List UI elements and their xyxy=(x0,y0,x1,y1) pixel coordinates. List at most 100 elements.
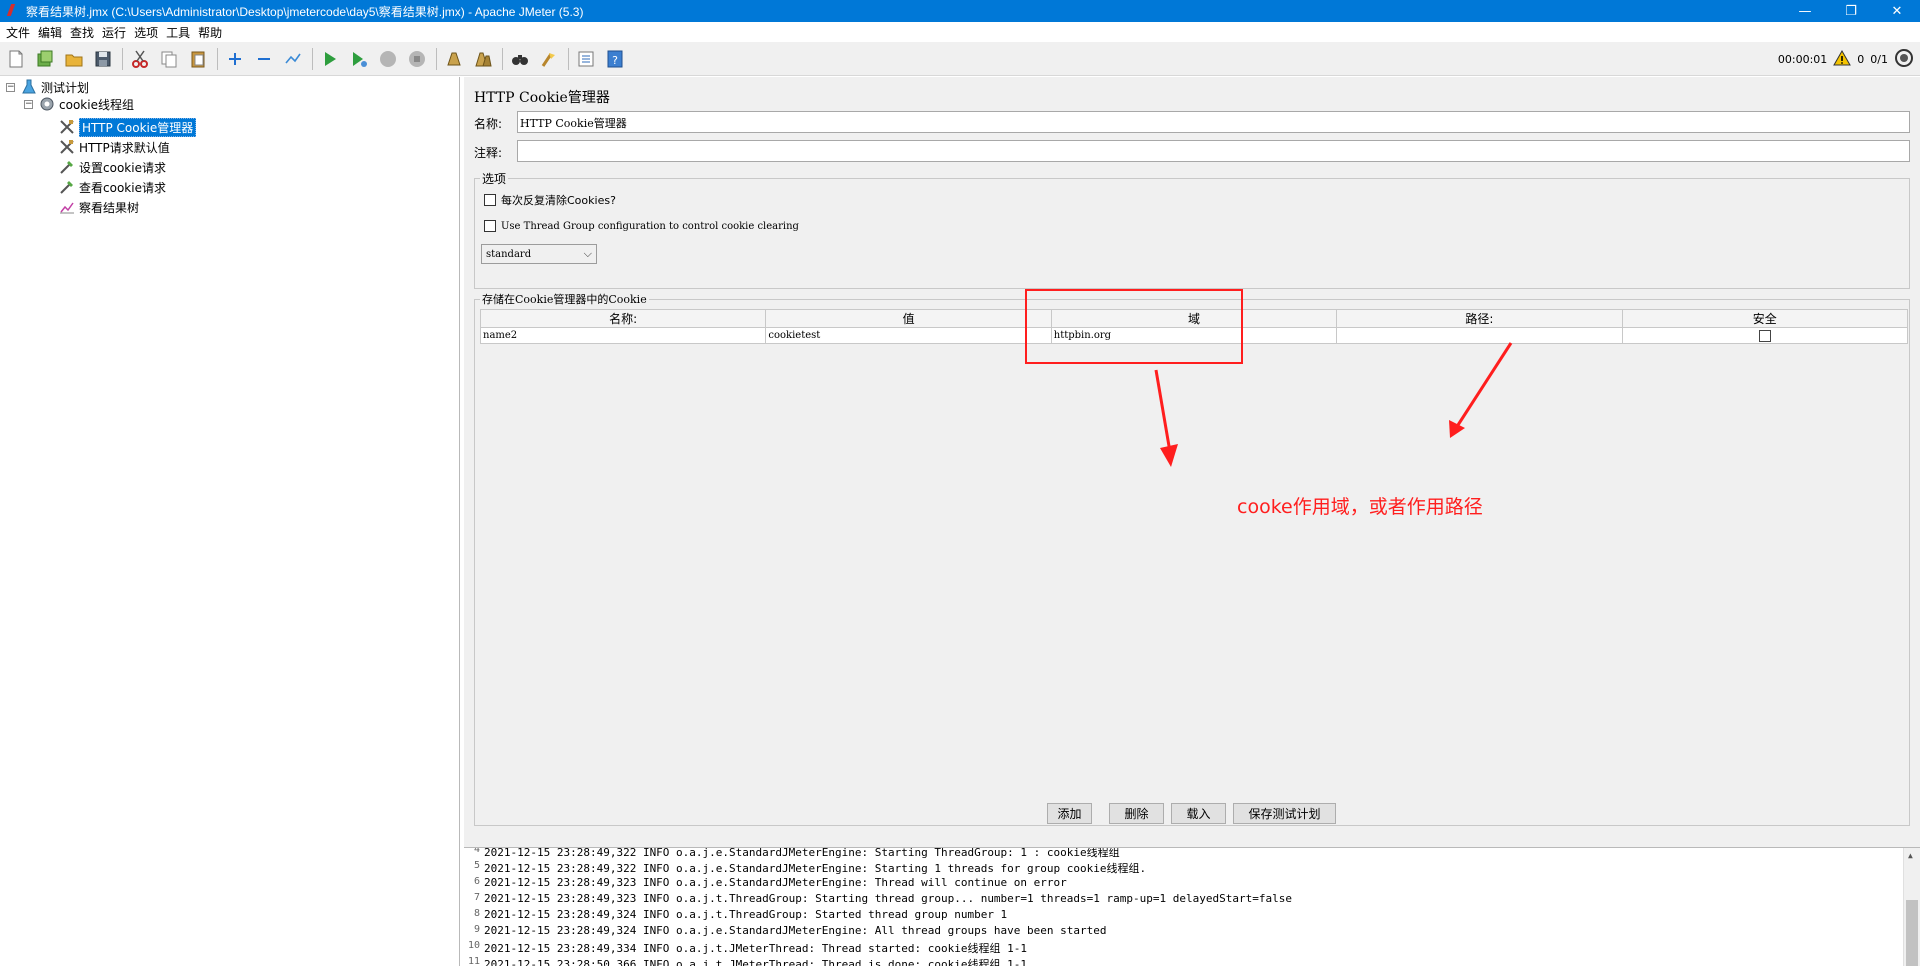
tree-label-selected: HTTP Cookie管理器 xyxy=(79,117,197,137)
window-title: 察看结果树.jmx (C:\Users\Administrator\Deskto… xyxy=(26,4,584,19)
search-icon[interactable] xyxy=(508,47,532,71)
log-panel[interactable]: 4 2021-12-15 23:28:49,322 INFO o.a.j.e.S… xyxy=(464,847,1920,966)
chart-icon xyxy=(59,199,75,215)
pipette-icon xyxy=(59,159,75,175)
templates-icon[interactable] xyxy=(33,47,57,71)
collapse-toggle[interactable]: − xyxy=(6,82,15,92)
cookie-name-cell[interactable]: name2 xyxy=(479,327,767,344)
name-label: 名称: xyxy=(474,117,503,131)
column-header-path[interactable]: 路径: xyxy=(1336,309,1623,328)
log-line-number: 10 xyxy=(467,940,480,951)
reset-search-icon[interactable] xyxy=(537,47,561,71)
cookie-secure-cell[interactable] xyxy=(1621,327,1909,344)
tree-node-set-cookie-request[interactable]: 设置cookie请求 xyxy=(59,158,166,176)
collapse-toggle[interactable]: − xyxy=(24,99,33,109)
warning-icon[interactable] xyxy=(1833,49,1852,69)
name-field[interactable]: HTTP Cookie管理器 xyxy=(517,111,1910,133)
tree-label: 查看cookie请求 xyxy=(79,180,166,195)
expand-icon[interactable] xyxy=(223,47,247,71)
menu-options[interactable]: 选项 xyxy=(132,24,164,41)
stop-icon[interactable] xyxy=(376,47,400,71)
function-helper-icon[interactable] xyxy=(574,47,598,71)
stored-cookies-title: 存储在Cookie管理器中的Cookie xyxy=(480,291,649,307)
tree-label: HTTP请求默认值 xyxy=(79,140,170,155)
clear-each-iteration-option[interactable]: 每次反复清除Cookies? xyxy=(484,192,616,208)
toggle-icon[interactable] xyxy=(281,47,305,71)
delete-button[interactable]: 删除 xyxy=(1109,803,1164,824)
open-icon[interactable] xyxy=(62,47,86,71)
maximize-button[interactable]: ❐ xyxy=(1828,0,1874,22)
cookie-value-cell[interactable]: cookietest xyxy=(765,327,1052,344)
tree-node-thread-group[interactable]: − cookie线程组 xyxy=(24,95,134,113)
tree-node-view-cookie-request[interactable]: 查看cookie请求 xyxy=(59,178,166,196)
log-line-number: 6 xyxy=(473,876,480,887)
load-button[interactable]: 载入 xyxy=(1171,803,1226,824)
log-scrollbar[interactable]: ▲ xyxy=(1903,848,1920,966)
elapsed-time: 00:00:01 xyxy=(1777,53,1828,66)
scroll-up-icon[interactable]: ▲ xyxy=(1908,851,1913,860)
help-icon[interactable]: ? xyxy=(603,47,627,71)
save-icon[interactable] xyxy=(91,47,115,71)
menu-run[interactable]: 运行 xyxy=(100,24,132,41)
options-title: 选项 xyxy=(480,170,509,187)
log-text: 2021-12-15 23:28:49,324 INFO o.a.j.t.Thr… xyxy=(484,908,1008,921)
tree-node-http-defaults[interactable]: HTTP请求默认值 xyxy=(59,138,170,156)
test-plan-tree: − 测试计划 − cookie线程组 HTTP Cookie管理器 HTTP请求… xyxy=(0,77,460,966)
options-group xyxy=(474,178,1910,289)
collapse-icon[interactable] xyxy=(252,47,276,71)
minimize-button[interactable]: — xyxy=(1782,0,1828,22)
tree-label: cookie线程组 xyxy=(59,97,134,112)
menu-file[interactable]: 文件 xyxy=(4,24,36,41)
column-header-name[interactable]: 名称: xyxy=(479,309,767,328)
log-line: 11 2021-12-15 23:28:50,366 INFO o.a.j.t.… xyxy=(464,956,1027,966)
page-title: HTTP Cookie管理器 xyxy=(474,90,610,106)
menu-search[interactable]: 查找 xyxy=(68,24,100,41)
log-line: 8 2021-12-15 23:28:49,324 INFO o.a.j.t.T… xyxy=(464,908,1007,924)
log-line-number: 9 xyxy=(473,924,480,935)
run-status: 00:00:01 0 0/1 xyxy=(1772,48,1914,71)
log-line: 5 2021-12-15 23:28:49,322 INFO o.a.j.e.S… xyxy=(464,860,1146,876)
paste-icon[interactable] xyxy=(186,47,210,71)
start-icon[interactable] xyxy=(318,47,342,71)
tree-label: 测试计划 xyxy=(41,80,90,95)
clear-icon[interactable] xyxy=(442,47,466,71)
log-line-number: 4 xyxy=(473,847,480,855)
jmeter-feather-icon xyxy=(6,4,20,18)
menu-help[interactable]: 帮助 xyxy=(196,24,228,41)
toolbar-separator xyxy=(312,47,313,70)
new-icon[interactable] xyxy=(4,47,28,71)
log-text: 2021-12-15 23:28:49,323 INFO o.a.j.t.Thr… xyxy=(484,892,1292,905)
clear-each-iteration-checkbox[interactable] xyxy=(484,194,496,206)
scroll-thumb[interactable] xyxy=(1906,900,1918,966)
tree-node-test-plan[interactable]: − 测试计划 xyxy=(6,78,89,96)
column-header-secure[interactable]: 安全 xyxy=(1621,309,1909,328)
secure-checkbox[interactable] xyxy=(1758,329,1771,342)
gear-icon xyxy=(39,96,55,112)
tree-node-cookie-manager[interactable]: HTTP Cookie管理器 xyxy=(59,117,197,137)
toolbar-separator xyxy=(217,47,218,70)
warning-count: 0 xyxy=(1857,53,1865,66)
close-button[interactable]: ✕ xyxy=(1874,0,1920,22)
copy-icon[interactable] xyxy=(157,47,181,71)
log-line: 7 2021-12-15 23:28:49,323 INFO o.a.j.t.T… xyxy=(464,892,1292,908)
comment-field[interactable] xyxy=(517,140,1910,162)
tree-node-results-tree[interactable]: 察看结果树 xyxy=(59,198,139,216)
menu-tools[interactable]: 工具 xyxy=(164,24,196,41)
cookie-policy-select[interactable]: standard ⌵ xyxy=(481,244,597,264)
shutdown-icon[interactable] xyxy=(405,47,429,71)
use-thread-group-checkbox[interactable] xyxy=(484,220,496,232)
use-thread-group-label: Use Thread Group configuration to contro… xyxy=(501,220,799,232)
start-no-pauses-icon[interactable] xyxy=(347,47,371,71)
menu-edit[interactable]: 编辑 xyxy=(36,24,68,41)
cookie-path-cell[interactable] xyxy=(1336,327,1623,344)
use-thread-group-option[interactable]: Use Thread Group configuration to contro… xyxy=(484,220,799,232)
clear-all-icon[interactable] xyxy=(471,47,495,71)
cut-icon[interactable] xyxy=(128,47,152,71)
log-line: 4 2021-12-15 23:28:49,322 INFO o.a.j.e.S… xyxy=(464,847,1120,860)
pipette-icon xyxy=(59,179,75,195)
save-test-plan-button[interactable]: 保存测试计划 xyxy=(1233,803,1336,824)
column-header-value[interactable]: 值 xyxy=(765,309,1052,328)
log-text: 2021-12-15 23:28:50,366 INFO o.a.j.t.JMe… xyxy=(484,958,1027,966)
toolbar-separator xyxy=(122,47,123,70)
add-button[interactable]: 添加 xyxy=(1047,803,1092,824)
